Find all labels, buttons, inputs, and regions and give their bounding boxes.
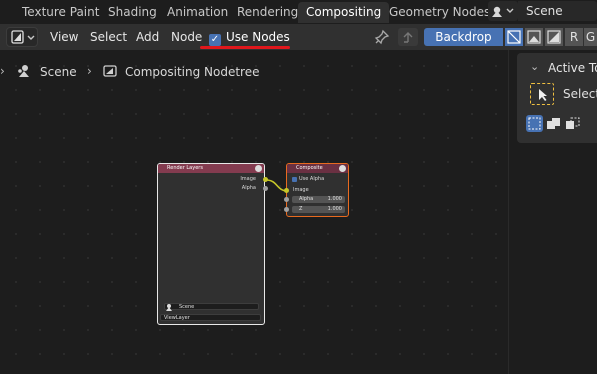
composite-title: Composite bbox=[296, 165, 323, 171]
render-layers-preview-icon[interactable] bbox=[255, 165, 262, 172]
output-image-label: Image bbox=[240, 176, 256, 182]
input-image-label: Image bbox=[293, 187, 309, 193]
use-alpha-checkbox-icon[interactable] bbox=[292, 177, 297, 182]
composite-z-socket[interactable] bbox=[284, 207, 289, 212]
alpha-field-label: Alpha bbox=[299, 196, 314, 202]
composite-preview-icon[interactable] bbox=[339, 165, 346, 172]
z-field-value: 1.000 bbox=[327, 206, 342, 212]
scene-icon bbox=[166, 304, 172, 311]
z-field-label: Z bbox=[299, 206, 303, 212]
select-mode-new-icon[interactable] bbox=[526, 115, 543, 132]
render-layers-image-socket[interactable] bbox=[263, 177, 268, 182]
alpha-value-field[interactable]: Alpha 1.000 bbox=[292, 196, 345, 203]
z-value-field[interactable]: Z 1.000 bbox=[292, 206, 345, 213]
composite-header[interactable]: Composite bbox=[287, 164, 348, 173]
render-layers-alpha-socket[interactable] bbox=[263, 186, 268, 191]
render-layers-node[interactable]: Render Layers Image Alpha Scene ViewLaye… bbox=[157, 163, 265, 325]
select-tool-label[interactable]: Select bbox=[563, 87, 597, 101]
select-mode-subtract-icon[interactable] bbox=[564, 115, 581, 132]
active-tool-title[interactable]: Active Tool bbox=[548, 61, 597, 75]
view-layer-value: ViewLayer bbox=[164, 315, 190, 321]
use-alpha-label: Use Alpha bbox=[299, 176, 325, 182]
composite-image-socket[interactable] bbox=[284, 188, 289, 193]
render-layers-scene-field[interactable]: Scene bbox=[164, 303, 259, 310]
output-alpha-label: Alpha bbox=[241, 185, 256, 191]
select-mode-extend-icon[interactable] bbox=[545, 115, 562, 132]
alpha-field-value: 1.000 bbox=[327, 196, 342, 202]
composite-node[interactable]: Composite Use Alpha Image Alpha 1.000 Z … bbox=[286, 163, 349, 217]
render-layers-title: Render Layers bbox=[167, 165, 203, 171]
chevron-down-icon[interactable]: ⌄ bbox=[530, 60, 539, 73]
composite-alpha-socket[interactable] bbox=[284, 197, 289, 202]
render-layers-header[interactable]: Render Layers bbox=[158, 164, 264, 173]
view-layer-field[interactable]: ViewLayer bbox=[160, 314, 261, 321]
select-tool-icon[interactable] bbox=[530, 83, 554, 105]
render-layers-scene-value: Scene bbox=[179, 304, 195, 310]
